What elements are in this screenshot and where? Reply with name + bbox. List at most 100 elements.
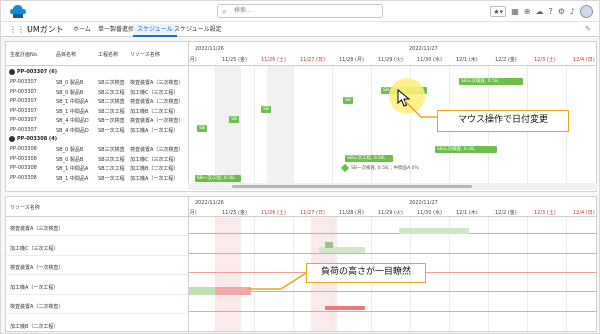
cell-item-name: SB_0 製品B: [56, 89, 84, 96]
overload-block[interactable]: [215, 287, 251, 295]
tab-schedule-settings[interactable]: スケジュール設定: [174, 24, 222, 37]
day-header: 4 (月): [188, 210, 197, 216]
group-label: PP-003308 (4): [17, 136, 57, 142]
table-row[interactable]: PP-003308 SB_0 製品B SB三次検査 検査装置A（三次検査）: [6, 145, 188, 154]
bell-icon[interactable]: ♪: [570, 5, 575, 19]
cell-item-name: SB_1 中間品A: [56, 166, 89, 172]
grid-line: [566, 217, 567, 331]
collapse-icon[interactable]: [9, 136, 15, 142]
col-plan-no[interactable]: 生産計画No.: [10, 51, 38, 58]
day-header: 11/29 (火): [378, 210, 403, 216]
resource-load-panel: リソース名称 検査装置A（三次検査） 加工機C（三次工程） 検査装置A（一次検査） 加…: [5, 196, 597, 333]
date-header: 2022/11/26: [195, 200, 224, 206]
resource-column-header: リソース名称: [6, 197, 188, 217]
load-block[interactable]: [189, 287, 215, 295]
collapse-icon[interactable]: [9, 69, 15, 75]
top-bar: ⌕ 検索... ★▾ ▦ ⊕ ☁ ? ⚙ ♪: [1, 1, 599, 22]
load-block[interactable]: [325, 242, 333, 248]
cell-resource-name: 検査装置A（一次検査）: [130, 118, 184, 124]
load-timeline-header: 2022/11/26 2022/11/27 4 (月) 11/25 (金) 11/2…: [189, 197, 597, 217]
capacity-line: [189, 311, 597, 312]
cell-resource-name: 加工機B（二次工程）: [130, 166, 179, 172]
day-header: 12/3 (土): [534, 57, 556, 63]
table-row[interactable]: PP-003308 SB_1 中間品A SB二次工程 加工機B（二次工程）: [6, 164, 188, 173]
resource-label: 加工機A（一次工程）: [10, 284, 59, 291]
search-placeholder: 検索...: [234, 7, 252, 14]
col-resource-name[interactable]: リソース名称: [130, 51, 160, 58]
row-divider: [6, 235, 188, 236]
date-header: 2022/11/26: [195, 46, 224, 52]
table-row[interactable]: PP-003308 SB_1 中間品A SB一次工程 加工機A（一次工程）: [6, 174, 188, 183]
cell-plan-no: PP-003307: [10, 88, 37, 95]
table-row[interactable]: PP-003307 SB_1 中間品A SB二次検査 検査装置A（二次検査）: [6, 97, 188, 106]
grid-line: [293, 217, 294, 331]
cell-process-name: SB一次工程: [98, 127, 125, 134]
date-header: 2022/11/27: [409, 46, 438, 52]
day-header: 11/25 (金): [222, 57, 247, 63]
favorites-button[interactable]: ★▾: [490, 6, 507, 17]
table-row[interactable]: PP-003307 SB_4 中間品D SB一次工程 加工機A（一次工程）: [6, 126, 188, 135]
day-header: 11/26 (土): [261, 210, 286, 216]
cell-plan-no: PP-003307: [10, 126, 37, 133]
task-bar[interactable]: SB: [229, 116, 239, 123]
weekend-shade: [267, 66, 293, 183]
task-bar[interactable]: SB: [261, 106, 271, 113]
task-bar[interactable]: SB三次工程, 0.58,: [345, 155, 393, 162]
table-row[interactable]: PP-003307 SB_0 製品B SB三次検査 検査装置A（三次検査）: [6, 78, 188, 87]
col-item-name[interactable]: 品目名称: [56, 51, 76, 58]
day-header: 4 (月): [188, 57, 197, 63]
cell-item-name: SB_1 中間品A: [56, 175, 89, 182]
row-divider: [6, 332, 188, 333]
search-icon: ⌕: [222, 7, 227, 16]
grid-icon[interactable]: ▦: [511, 5, 519, 19]
cell-process-name: SB二次工程: [98, 108, 125, 115]
date-header: 2022/11/27: [409, 200, 438, 206]
day-header: 11/29 (火): [378, 57, 403, 63]
cell-process-name: SB一次検査: [98, 118, 125, 124]
edit-icon[interactable]: ✎: [585, 25, 591, 33]
day-header: 12/1 (木): [456, 57, 478, 63]
task-bar[interactable]: SB一次工程, 0.58,: [195, 175, 241, 182]
cell-resource-name: 加工機A（一次工程）: [130, 175, 179, 182]
day-header: 11/30 (水): [417, 210, 442, 216]
gear-icon[interactable]: ⚙: [558, 5, 565, 19]
horizontal-scrollbar[interactable]: [188, 183, 597, 190]
avatar[interactable]: [580, 5, 593, 18]
tab-home[interactable]: ホーム: [73, 24, 91, 37]
day-header: 12/3 (土): [534, 210, 556, 216]
cell-process-name: SB三次検査: [98, 147, 125, 153]
tab-schedule[interactable]: スケジュール: [133, 24, 177, 37]
table-row[interactable]: PP-003308 SB_0 製品B SB三次工程 加工機C（三次工程）: [6, 155, 188, 164]
cloud-icon[interactable]: ☁: [535, 5, 543, 19]
cell-plan-no: PP-003307: [10, 117, 37, 123]
add-icon[interactable]: ⊕: [524, 5, 531, 19]
col-resource-name[interactable]: リソース名称: [10, 204, 40, 211]
milestone-label: SB一次検査, 0.58, ; 中間品A 0%: [351, 166, 419, 171]
group-row[interactable]: PP-003307 (6): [6, 68, 188, 77]
day-header: 12/4 (日): [573, 57, 595, 63]
scrollbar-thumb[interactable]: [232, 185, 472, 188]
task-bar[interactable]: SB三次検査, 0.58,: [435, 146, 497, 153]
group-row[interactable]: PP-003308 (4): [6, 135, 188, 144]
milestone-marker[interactable]: [340, 163, 350, 173]
task-bar[interactable]: SB: [197, 125, 207, 132]
day-header: 12/2 (金): [495, 210, 517, 216]
resource-label: 検査装置A（一次検査）: [10, 265, 64, 271]
overload-block[interactable]: [325, 306, 365, 310]
cell-item-name: SB_0 製品B: [56, 147, 84, 153]
col-process-name[interactable]: 工程名称: [98, 51, 118, 58]
search-input[interactable]: ⌕ 検索...: [217, 4, 383, 18]
help-icon[interactable]: ?: [548, 5, 552, 19]
task-bar[interactable]: SB: [343, 97, 353, 104]
table-row[interactable]: PP-003307 SB_1 中間品A SB二次工程 加工機B（二次工程）: [6, 107, 188, 116]
nav-bar: ⋮⋮⋮ UMガント ホーム 単一製番進捗 スケジュール スケジュール設定 ✎: [1, 22, 599, 37]
task-bar[interactable]: SB三次検査, 0.58,: [459, 78, 523, 85]
grid-line: [527, 217, 528, 331]
load-block[interactable]: [399, 228, 469, 234]
table-row[interactable]: PP-003307 SB_4 中間品D SB一次検査 検査装置A（一次検査）: [6, 116, 188, 125]
tab-single-progress[interactable]: 単一製番進捗: [98, 24, 134, 37]
day-header: 11/26 (土): [261, 57, 286, 63]
table-row[interactable]: PP-003307 SB_0 製品B SB三次工程 加工機C（三次工程）: [6, 88, 188, 97]
cell-plan-no: PP-003307: [10, 107, 37, 114]
cell-item-name: SB_1 中間品A: [56, 99, 89, 105]
